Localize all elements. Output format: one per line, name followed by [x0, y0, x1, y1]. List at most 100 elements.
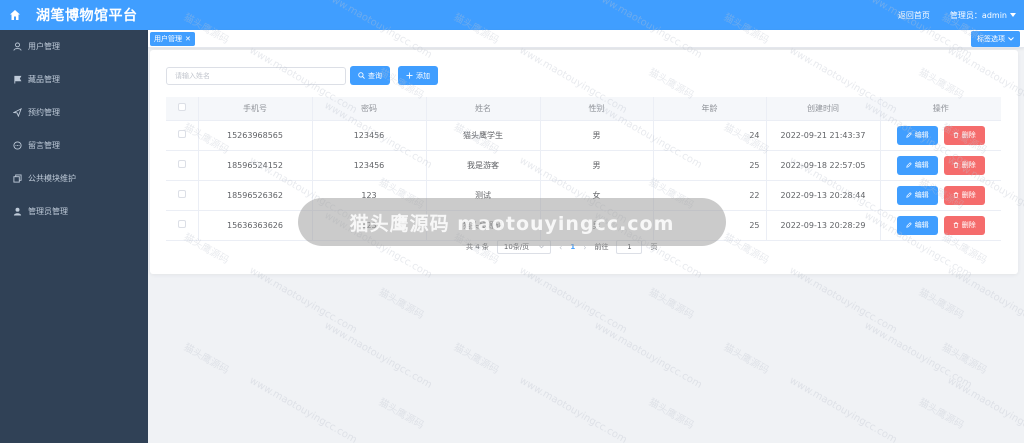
- watermark-text: www.maotouyingcc.com: [247, 375, 359, 443]
- sidebar-item-booking[interactable]: 预约管理: [0, 96, 148, 129]
- tag-options-label: 标签选项: [977, 35, 1005, 43]
- edit-button[interactable]: 编辑: [896, 125, 938, 145]
- page-number-current[interactable]: 1: [570, 243, 575, 251]
- search-button[interactable]: 查询: [350, 66, 390, 85]
- caret-down-icon: [1010, 13, 1016, 17]
- chat-icon: [12, 141, 22, 151]
- watermark-text: www.maotouyingcc.com: [862, 320, 974, 391]
- watermark-text: www.maotouyingcc.com: [787, 375, 899, 443]
- edit-button[interactable]: 编辑: [896, 185, 938, 205]
- send-icon: [12, 108, 22, 118]
- tag-options-dropdown[interactable]: 标签选项: [971, 31, 1020, 47]
- search-toolbar: 查询 添加: [166, 66, 438, 85]
- watermark-text: 猫头鹰源码: [721, 341, 771, 377]
- col-password: 密码: [312, 97, 427, 121]
- row-checkbox[interactable]: [177, 160, 186, 168]
- row-select-cell[interactable]: [166, 150, 199, 181]
- select-all-checkbox[interactable]: [177, 103, 186, 112]
- cell-created: 2022-09-21 21:43:37: [766, 120, 881, 151]
- admin-dropdown[interactable]: 管理员：admin: [950, 10, 1016, 21]
- edit-icon: [906, 222, 912, 228]
- add-button[interactable]: 添加: [398, 66, 438, 85]
- page-size-select[interactable]: 10条/页: [496, 240, 552, 254]
- cell-password: 123: [312, 210, 427, 241]
- col-phone: 手机号: [198, 97, 313, 121]
- watermark-text: 猫头鹰源码: [376, 396, 426, 432]
- add-button-label: 添加: [416, 71, 430, 80]
- plus-icon: [406, 72, 413, 79]
- sidebar-item-label: 管理员管理: [28, 207, 68, 216]
- tab-label: 用户管理: [154, 35, 182, 43]
- goto-label: 前往: [594, 243, 609, 251]
- chevron-down-icon: [539, 245, 545, 249]
- cell-gender: 男: [540, 120, 654, 151]
- row-select-cell[interactable]: [166, 210, 199, 241]
- edit-label: 编辑: [914, 131, 929, 139]
- sidebar-item-message[interactable]: 留言管理: [0, 129, 148, 162]
- cell-name: 猫头鹰学生: [426, 120, 541, 151]
- trash-icon: [953, 222, 958, 228]
- page-size-label: 10条/页: [503, 243, 530, 251]
- watermark-text: www.maotouyingcc.com: [517, 375, 629, 443]
- cell-phone: 15263968565: [198, 120, 313, 151]
- cell-gender: 女: [540, 180, 654, 211]
- watermark-text: www.maotouyingcc.com: [247, 265, 359, 336]
- cell-password: 123456: [312, 150, 427, 181]
- cell-phone: 18596524152: [198, 150, 313, 181]
- person-icon: [12, 207, 22, 217]
- close-icon[interactable]: ✕: [185, 35, 191, 43]
- edit-button[interactable]: 编辑: [896, 155, 938, 175]
- cell-password: 123456: [312, 120, 427, 151]
- delete-button[interactable]: 删除: [943, 125, 985, 145]
- sidebar-item-common[interactable]: 公共模块维护: [0, 162, 148, 195]
- tab-user-management[interactable]: 用户管理 ✕: [150, 32, 195, 46]
- cell-created: 2022-09-13 20:28:29: [766, 210, 881, 241]
- pagination: 共 4 条 10条/页 ‹ 1 › 前往 页: [466, 240, 657, 254]
- table-row: 18596526362 123 测试 女 22 2022-09-13 20:28…: [166, 180, 1001, 211]
- delete-label: 删除: [961, 161, 976, 169]
- sidebar-item-collection[interactable]: 藏品管理: [0, 63, 148, 96]
- goto-page-input[interactable]: [616, 240, 643, 254]
- cell-gender: 男: [540, 210, 654, 241]
- tags-view: 用户管理 ✕ 标签选项: [148, 30, 1024, 48]
- trash-icon: [953, 132, 958, 138]
- watermark-text: 猫头鹰源码: [376, 286, 426, 322]
- watermark-text: www.maotouyingcc.com: [945, 265, 1024, 336]
- delete-button[interactable]: 删除: [943, 215, 985, 235]
- cell-name: 猫头鹰源码: [426, 210, 541, 241]
- row-checkbox[interactable]: [177, 190, 186, 198]
- watermark-text: 猫头鹰源码: [451, 341, 501, 377]
- sidebar-item-label: 预约管理: [28, 108, 60, 117]
- watermark-text: 猫头鹰源码: [181, 341, 231, 377]
- row-checkbox[interactable]: [177, 130, 186, 138]
- delete-label: 删除: [961, 191, 976, 199]
- delete-button[interactable]: 删除: [943, 185, 985, 205]
- watermark-text: www.maotouyingcc.com: [592, 320, 704, 391]
- watermark-text: www.maotouyingcc.com: [787, 265, 899, 336]
- col-gender: 性别: [540, 97, 654, 121]
- cell-age: 22: [653, 180, 767, 211]
- home-icon[interactable]: [0, 0, 30, 30]
- trash-icon: [953, 162, 958, 168]
- row-checkbox[interactable]: [177, 220, 186, 228]
- name-search-input[interactable]: [166, 66, 346, 85]
- col-name: 姓名: [426, 97, 541, 121]
- row-select-cell[interactable]: [166, 180, 199, 211]
- row-select-cell[interactable]: [166, 120, 199, 151]
- edit-label: 编辑: [914, 221, 929, 229]
- select-all-cell[interactable]: [166, 97, 199, 121]
- delete-button[interactable]: 删除: [943, 155, 985, 175]
- cell-phone: 15636363626: [198, 210, 313, 241]
- edit-icon: [906, 162, 912, 168]
- admin-label: 管理员：admin: [949, 10, 1007, 20]
- prev-page-icon[interactable]: ‹: [559, 243, 562, 252]
- sidebar-item-user[interactable]: 用户管理: [0, 30, 148, 63]
- edit-label: 编辑: [914, 161, 929, 169]
- next-page-icon[interactable]: ›: [583, 243, 586, 252]
- cell-phone: 18596526362: [198, 180, 313, 211]
- back-home-link[interactable]: 返回首页: [898, 10, 930, 21]
- sidebar-item-admin[interactable]: 管理员管理: [0, 195, 148, 228]
- edit-button[interactable]: 编辑: [896, 215, 938, 235]
- col-actions: 操作: [880, 97, 1001, 121]
- table-header-row: 手机号 密码 姓名 性别 年龄 创建时间 操作: [166, 97, 1001, 121]
